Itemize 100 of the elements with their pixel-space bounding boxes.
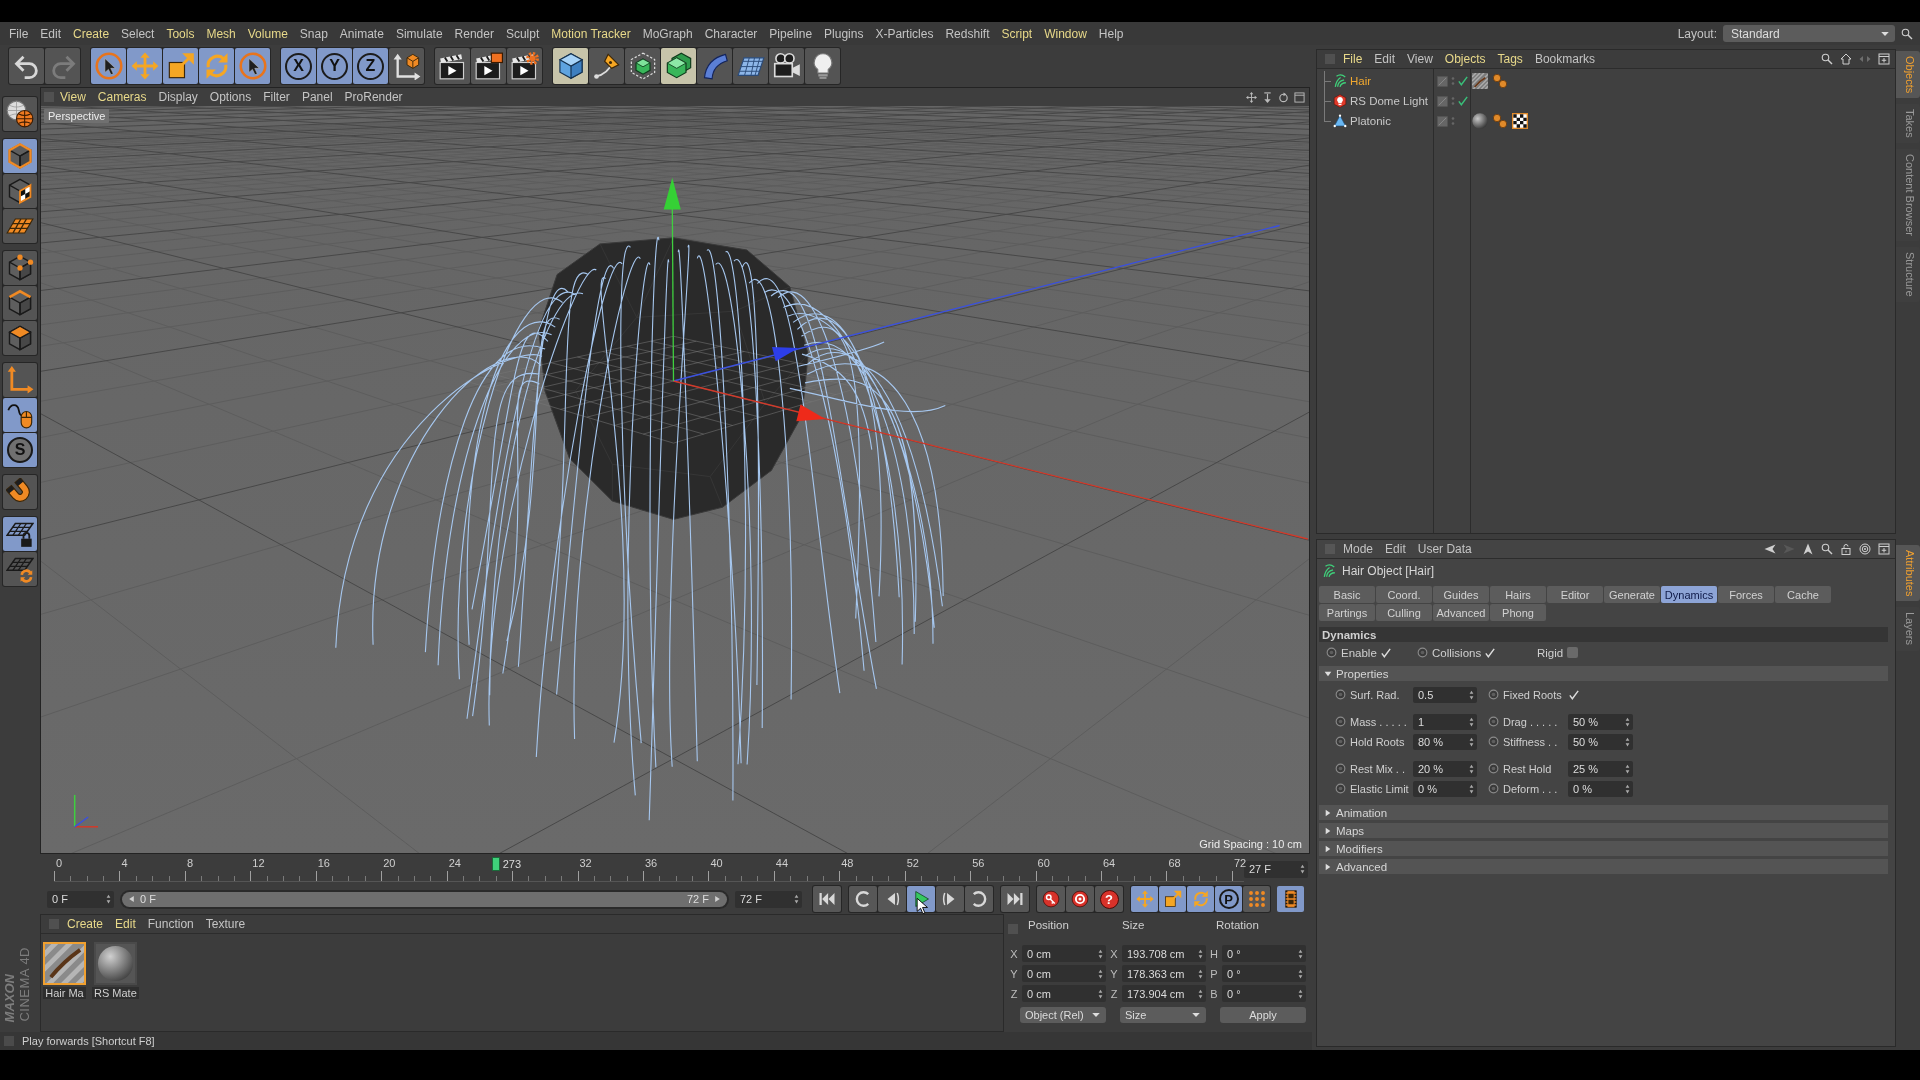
number-field[interactable]: 50 % — [1568, 713, 1633, 730]
menu-item[interactable]: Help — [1092, 25, 1130, 42]
dots-tag-icon[interactable] — [1492, 113, 1508, 129]
menu-item[interactable]: File — [1337, 51, 1369, 67]
snap-button[interactable] — [3, 475, 37, 509]
tab[interactable]: Partings — [1319, 604, 1375, 621]
number-field[interactable]: 0 % — [1568, 780, 1633, 797]
spinner-arrows-icon[interactable] — [1298, 968, 1303, 979]
search-icon[interactable] — [1901, 27, 1913, 40]
menu-item[interactable]: Texture — [199, 916, 252, 932]
points-mode-button[interactable] — [3, 251, 37, 285]
coordinate-field[interactable]: 0 cm — [1022, 945, 1106, 962]
view-maximize-icon[interactable] — [1294, 91, 1305, 103]
group-header[interactable]: Properties — [1319, 666, 1888, 681]
tab[interactable]: Generate — [1604, 586, 1660, 603]
sphere-swatch-icon[interactable] — [93, 942, 137, 985]
coordinate-system-button[interactable] — [389, 48, 424, 84]
end-frame-field[interactable]: 72 F — [735, 890, 802, 908]
tab[interactable]: Guides — [1433, 586, 1489, 603]
menu-item[interactable]: Plugins — [818, 25, 870, 42]
checker-tag-icon[interactable] — [1512, 113, 1528, 129]
layer-square-icon[interactable] — [1437, 115, 1448, 127]
keyframe-ring-icon[interactable] — [1488, 716, 1499, 727]
floor-button[interactable] — [733, 48, 768, 84]
side-tab[interactable]: Objects — [1896, 51, 1920, 99]
keyframe-ring-icon[interactable] — [1335, 763, 1346, 774]
coordinate-field[interactable]: 193.708 cm — [1122, 945, 1206, 962]
mode-dropdown[interactable]: Size — [1120, 1007, 1206, 1023]
up-arrow-icon[interactable] — [1802, 543, 1814, 555]
menu-item[interactable]: Filter — [257, 89, 296, 105]
menu-item[interactable]: Sculpt — [499, 25, 546, 42]
menu-item[interactable]: View — [1401, 51, 1439, 67]
axis-lock-button[interactable]: X — [281, 48, 316, 84]
menu-item[interactable]: Motion Tracker — [545, 25, 637, 42]
keyframe-ring-icon[interactable] — [1417, 647, 1428, 658]
object-row[interactable]: Hair — [1317, 71, 1433, 91]
range-end-handle[interactable]: 72 F — [687, 893, 721, 905]
spinner-arrows-icon[interactable] — [1098, 968, 1103, 979]
number-field[interactable]: 50 % — [1568, 733, 1633, 750]
keyframe-ring-icon[interactable] — [1488, 783, 1499, 794]
keyframe-ring-icon[interactable] — [1335, 736, 1346, 747]
texture-mode-button[interactable] — [3, 174, 37, 208]
viewport-solo-button[interactable] — [3, 97, 37, 131]
coordinate-field[interactable]: 173.904 cm — [1122, 985, 1206, 1002]
axis-lock-button[interactable]: Z — [353, 48, 388, 84]
new-panel-icon[interactable] — [1878, 543, 1890, 555]
menu-item[interactable]: Display — [152, 89, 204, 105]
next-frame-button[interactable] — [936, 886, 964, 912]
workplane-rotate-button[interactable] — [3, 552, 37, 586]
record-button[interactable] — [1037, 886, 1065, 912]
keyframe-ring-icon[interactable] — [1335, 689, 1346, 700]
menu-item[interactable]: View — [54, 89, 92, 105]
menu-item[interactable]: X-Particles — [869, 25, 940, 42]
solo-button[interactable]: S — [3, 433, 37, 467]
tab[interactable]: Basic — [1319, 586, 1375, 603]
menu-item[interactable]: Select — [115, 25, 161, 42]
menu-item[interactable]: Pipeline — [763, 25, 819, 42]
scale-key-button[interactable] — [1159, 886, 1186, 912]
tab[interactable]: Forces — [1718, 586, 1774, 603]
polygons-mode-button[interactable] — [3, 321, 37, 355]
view-rotate-icon[interactable] — [1278, 91, 1289, 103]
coordinate-field[interactable]: 0 cm — [1022, 985, 1106, 1002]
start-frame-field[interactable]: 0 F — [47, 890, 114, 908]
menu-item[interactable]: MoGraph — [636, 25, 699, 42]
coordinate-field[interactable]: 0 ° — [1222, 985, 1306, 1002]
x-axis-handle[interactable] — [672, 380, 1309, 540]
subdivision-button[interactable] — [625, 48, 660, 84]
spinner-arrows-icon[interactable] — [1625, 716, 1630, 727]
spinner-arrows-icon[interactable] — [1625, 763, 1630, 774]
view-zoom-icon[interactable] — [1262, 91, 1273, 103]
target-icon[interactable] — [1859, 543, 1871, 555]
keyframe-ring-icon[interactable] — [1488, 736, 1499, 747]
spinner-arrows-icon[interactable] — [1469, 736, 1474, 747]
number-field[interactable]: 1 — [1413, 713, 1477, 730]
spinner-arrows-icon[interactable] — [106, 894, 111, 904]
spinner-arrows-icon[interactable] — [1469, 763, 1474, 774]
keyframe-ring-icon[interactable] — [1335, 783, 1346, 794]
padlock-icon[interactable] — [1840, 543, 1852, 555]
menu-item[interactable]: Options — [203, 89, 258, 105]
keyframe-ring-icon[interactable] — [1335, 716, 1346, 727]
tab[interactable]: Phong — [1490, 604, 1546, 621]
light-button[interactable] — [805, 48, 840, 84]
spinner-arrows-icon[interactable] — [1298, 948, 1303, 959]
y-axis-handle[interactable] — [663, 177, 681, 382]
menu-item[interactable]: User Data — [1411, 541, 1478, 557]
menu-item[interactable]: Tags — [1491, 51, 1529, 67]
menu-item[interactable]: Edit — [1368, 51, 1402, 67]
menu-item[interactable]: Tools — [160, 25, 201, 42]
menu-item[interactable]: Render — [448, 25, 500, 42]
keyframe-ring-icon[interactable] — [1326, 647, 1337, 658]
menu-item[interactable]: Volume — [241, 25, 294, 42]
check-icon[interactable] — [1458, 96, 1468, 106]
side-tab[interactable]: Attributes — [1896, 545, 1920, 602]
spinner-arrows-icon[interactable] — [1098, 948, 1103, 959]
workplane-lock-button[interactable] — [3, 517, 37, 551]
tab[interactable]: Advanced — [1433, 604, 1489, 621]
deformer-button[interactable] — [697, 48, 732, 84]
undo-button[interactable] — [9, 48, 44, 84]
spinner-arrows-icon[interactable] — [1298, 988, 1303, 999]
menu-item[interactable]: Snap — [293, 25, 334, 42]
